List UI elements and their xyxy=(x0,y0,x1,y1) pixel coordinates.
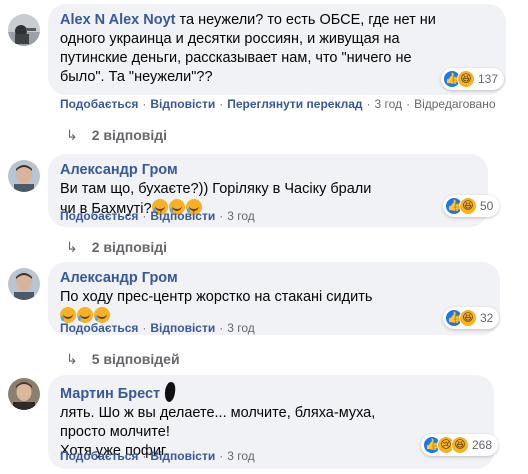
reaction-count: 268 xyxy=(472,438,493,452)
separator-dot: · xyxy=(219,209,224,223)
comment-actions: Подобається · Відповісти · 3 год xyxy=(60,449,255,463)
haha-icon: 😆 xyxy=(457,70,475,88)
comment-text-line: одного украинца и десятки россиян, и жив… xyxy=(60,31,400,47)
timestamp[interactable]: 3 год xyxy=(227,449,255,463)
avatar-image xyxy=(8,268,40,300)
view-replies-link[interactable]: ↳ 5 відповідей xyxy=(66,351,180,368)
separator-dot: · xyxy=(142,209,147,223)
censor-blot-icon xyxy=(163,381,177,403)
reply-button[interactable]: Відповісти xyxy=(150,97,215,111)
like-button[interactable]: Подобається xyxy=(60,321,138,335)
haha-icon: 😆 xyxy=(459,309,477,327)
comment-author[interactable]: Мартин Брест xyxy=(60,386,160,402)
reaction-count: 32 xyxy=(480,311,494,325)
avatar[interactable] xyxy=(8,268,40,300)
reply-button[interactable]: Відповісти xyxy=(150,449,215,463)
reply-button[interactable]: Відповісти xyxy=(150,321,215,335)
reactions-summary[interactable]: 👍 😆 32 xyxy=(443,307,500,329)
comment-bubble: Alex N Alex Noyt та неужели? то есть ОБС… xyxy=(48,4,506,95)
reply-arrow-icon: ↳ xyxy=(66,351,78,367)
separator-dot: · xyxy=(219,97,224,111)
comment-text-line: просто молчите! xyxy=(60,424,170,440)
comment-text-line: путинские деньги, рассказывает нам, что … xyxy=(60,50,412,66)
replies-label: 2 відповіді xyxy=(91,127,168,143)
replies-label: 5 відповідей xyxy=(91,351,180,367)
haha-icon: 😆 xyxy=(459,197,477,215)
comment-text-line: лять. Шо ж вы делаете... молчите, бляха-… xyxy=(60,405,376,421)
reactions-summary[interactable]: 👍 😆 137 xyxy=(441,68,505,90)
separator-dot: · xyxy=(219,449,224,463)
comment-actions: Подобається · Відповісти · 3 год xyxy=(60,209,255,223)
replies-label: 2 відповіді xyxy=(91,239,168,255)
like-button[interactable]: Подобається xyxy=(60,449,138,463)
reactions-summary[interactable]: 👍 😢 😆 268 xyxy=(421,434,499,456)
comment-text-line: По ходу прес-центр жорстко на стакані си… xyxy=(60,289,373,305)
reply-arrow-icon: ↳ xyxy=(66,127,78,143)
reply-arrow-icon: ↳ xyxy=(66,239,78,255)
comment-author[interactable]: Александр Гром xyxy=(60,162,178,178)
comment-author[interactable]: Alex N Alex Noyt xyxy=(60,12,176,28)
haha-icon: 😆 xyxy=(451,436,469,454)
separator-dot: · xyxy=(142,449,147,463)
avatar-image xyxy=(8,160,40,192)
comment-author[interactable]: Александр Гром xyxy=(60,270,178,286)
timestamp[interactable]: 3 год xyxy=(375,97,403,111)
avatar[interactable] xyxy=(8,14,40,46)
view-replies-link[interactable]: ↳ 2 відповіді xyxy=(66,127,167,144)
like-button[interactable]: Подобається xyxy=(60,97,138,111)
edited-label[interactable]: Відредаговано xyxy=(414,97,495,111)
reaction-count: 137 xyxy=(478,72,499,86)
avatar[interactable] xyxy=(8,378,40,410)
separator-dot: · xyxy=(366,97,371,111)
avatar-image xyxy=(8,378,40,410)
separator-dot: · xyxy=(142,321,147,335)
avatar-image xyxy=(8,14,40,46)
view-replies-link[interactable]: ↳ 2 відповіді xyxy=(66,239,167,256)
reactions-summary[interactable]: 👍 😆 50 xyxy=(443,195,500,217)
comment-text-line: было". Та "неужели"?? xyxy=(60,69,213,85)
separator-dot: · xyxy=(406,97,411,111)
like-button[interactable]: Подобається xyxy=(60,209,138,223)
avatar[interactable] xyxy=(8,160,40,192)
timestamp[interactable]: 3 год xyxy=(227,209,255,223)
comment-actions: Подобається · Відповісти · Переглянути перек… xyxy=(60,97,496,111)
comment-text-line: та неужели? то есть ОБСЕ, где нет ни xyxy=(179,12,436,28)
comment-text-line: Ви там що, бухаєте?)) Горіляку в Часіку … xyxy=(60,181,372,197)
separator-dot: · xyxy=(219,321,224,335)
translate-button[interactable]: Переглянути переклад xyxy=(227,97,362,111)
separator-dot: · xyxy=(142,97,147,111)
comment-actions: Подобається · Відповісти · 3 год xyxy=(60,321,255,335)
timestamp[interactable]: 3 год xyxy=(227,321,255,335)
reaction-count: 50 xyxy=(480,199,494,213)
reply-button[interactable]: Відповісти xyxy=(150,209,215,223)
